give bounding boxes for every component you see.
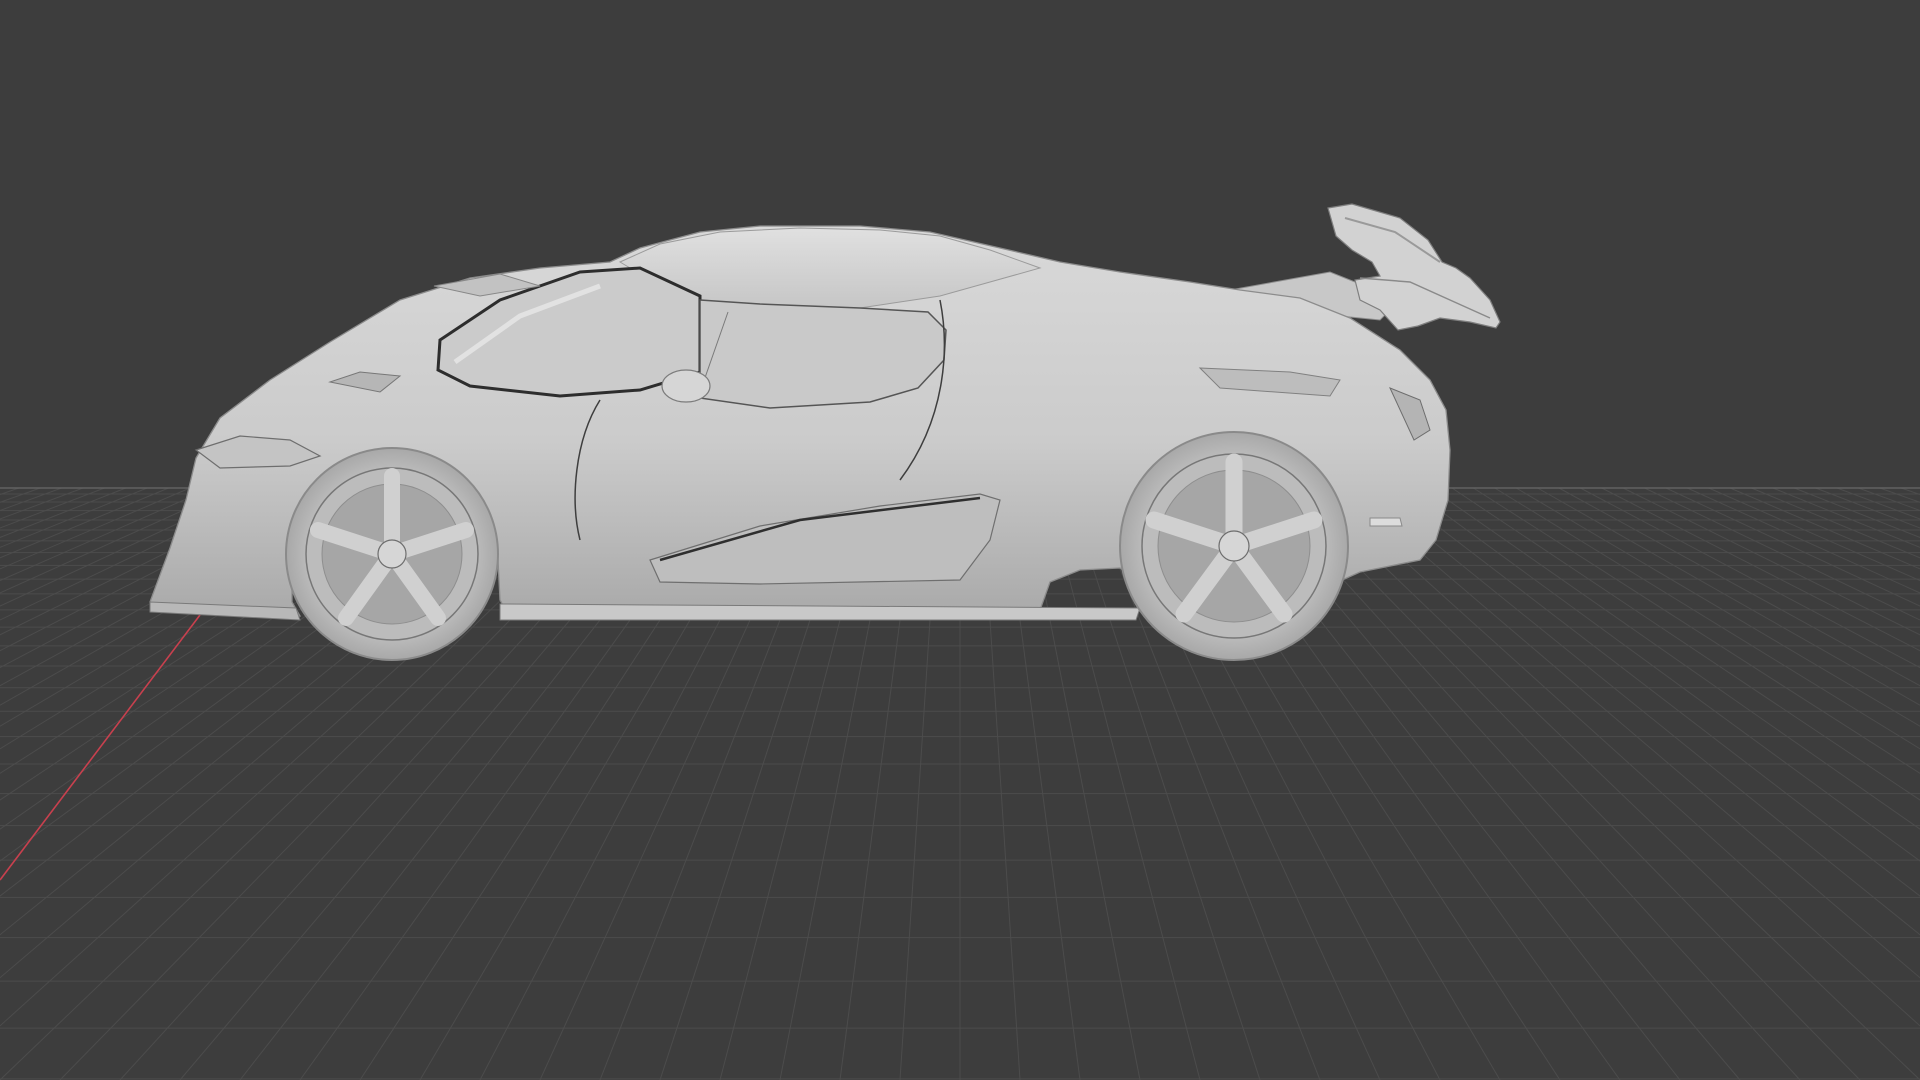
side-mirror [661, 369, 711, 403]
grid-line [1879, 487, 1920, 503]
grid-line [1836, 487, 1920, 520]
car-model[interactable] [149, 203, 1501, 661]
grid-line [1473, 487, 1920, 774]
grid-line [1772, 487, 1920, 548]
grid-line [1515, 487, 1920, 727]
grid-line [1601, 487, 1920, 652]
grid-line [1580, 487, 1920, 669]
grid-line [1537, 487, 1920, 706]
grid-line [0, 487, 148, 548]
grid-line [1344, 487, 1920, 979]
grid-line [0, 487, 169, 559]
grid-line [1815, 487, 1920, 529]
x-axis-line [0, 614, 201, 881]
side-skirt [499, 603, 1141, 621]
3d-viewport[interactable] [0, 0, 1920, 1080]
rear-wheel [1119, 431, 1349, 661]
grid-line [0, 487, 84, 520]
grid-line [1751, 487, 1920, 559]
grid-line [1729, 487, 1920, 570]
grid-line [1451, 487, 1920, 801]
front-wheel [285, 447, 499, 661]
grid-line [0, 487, 41, 503]
viewport-scene[interactable] [0, 0, 1920, 1080]
grid-line [1387, 487, 1920, 897]
grid-line [1644, 487, 1920, 621]
grid-line [0, 487, 105, 529]
